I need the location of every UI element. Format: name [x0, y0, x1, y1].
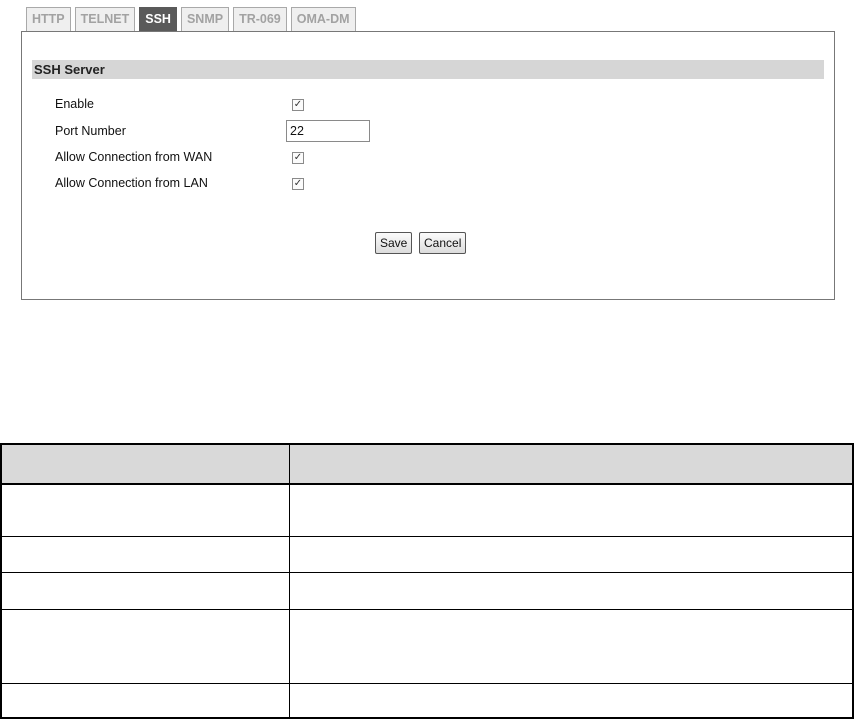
enable-checkbox[interactable]: ✓	[292, 99, 304, 111]
tab-telnet[interactable]: TELNET	[74, 7, 136, 32]
port-number-input[interactable]	[286, 120, 370, 142]
table-cell	[0, 535, 290, 573]
tab-bar: HTTP TELNET SSH SNMP TR-069 OMA-DM	[26, 7, 356, 32]
wan-checkbox[interactable]: ✓	[292, 152, 304, 164]
table-row	[0, 682, 854, 719]
table-row	[0, 535, 854, 573]
wan-row: Allow Connection from WAN ✓	[55, 148, 455, 168]
tab-snmp[interactable]: SNMP	[180, 7, 230, 32]
tab-oma-dm[interactable]: OMA-DM	[290, 7, 356, 32]
table-cell	[288, 535, 854, 573]
tab-http[interactable]: HTTP	[26, 7, 71, 32]
table-header-row	[0, 443, 854, 485]
tab-ssh[interactable]: SSH	[139, 7, 177, 32]
section-title: SSH Server	[32, 60, 824, 79]
lan-row: Allow Connection from LAN ✓	[55, 174, 455, 194]
table-cell	[0, 682, 290, 719]
save-button[interactable]: Save	[375, 232, 413, 254]
port-number-label: Port Number	[55, 124, 126, 138]
tab-tr-069[interactable]: TR-069	[233, 7, 287, 32]
enable-label: Enable	[55, 97, 94, 111]
table-cell	[288, 682, 854, 719]
table-cell	[288, 571, 854, 610]
cancel-button[interactable]: Cancel	[419, 232, 467, 254]
table-cell	[288, 608, 854, 684]
page: HTTP TELNET SSH SNMP TR-069 OMA-DM SSH S…	[0, 0, 855, 722]
table-row	[0, 571, 854, 610]
ssh-settings-panel: SSH Server Enable ✓ Port Number Allow Co…	[21, 31, 835, 300]
table-header-cell	[0, 443, 290, 485]
enable-row: Enable ✓	[55, 95, 455, 115]
wan-label: Allow Connection from WAN	[55, 150, 213, 164]
lan-checkbox[interactable]: ✓	[292, 178, 304, 190]
table-cell	[0, 608, 290, 684]
table-header-cell	[288, 443, 854, 485]
table-cell	[0, 483, 290, 537]
port-row: Port Number	[55, 120, 455, 142]
table-row	[0, 483, 854, 537]
table-cell	[0, 571, 290, 610]
table-cell	[288, 483, 854, 537]
table-row	[0, 608, 854, 684]
lan-label: Allow Connection from LAN	[55, 176, 208, 190]
data-table	[0, 443, 854, 719]
